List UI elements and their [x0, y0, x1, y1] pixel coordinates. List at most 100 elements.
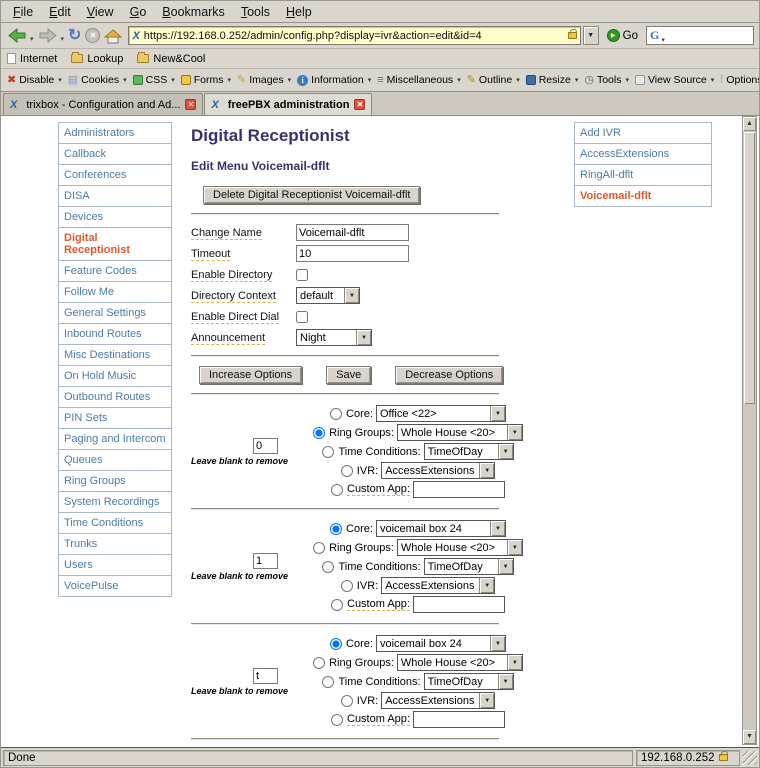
- back-button[interactable]: [6, 25, 28, 47]
- stop-button[interactable]: ✕: [84, 25, 101, 47]
- sidebar-item-administrators[interactable]: Administrators: [59, 123, 172, 144]
- menu-edit[interactable]: Edit: [41, 3, 79, 21]
- time-conditions-radio[interactable]: [322, 561, 334, 573]
- custom-app-radio[interactable]: [331, 714, 343, 726]
- url-history-dropdown[interactable]: ▼: [583, 26, 599, 45]
- devbar-disable[interactable]: ✖Disable: [4, 72, 65, 88]
- ring-groups-radio[interactable]: [313, 542, 325, 554]
- devbar-miscellaneous[interactable]: ≡Miscellaneous: [374, 72, 463, 88]
- rightnav-voicemail-dflt[interactable]: Voicemail-dflt: [575, 186, 712, 207]
- tab-freepbx-administration[interactable]: X freePBX administration: [204, 93, 372, 115]
- sidebar-item-queues[interactable]: Queues: [59, 450, 172, 471]
- devbar-information[interactable]: iInformation: [294, 72, 374, 88]
- back-dropdown-caret-icon[interactable]: ▾: [30, 35, 34, 43]
- resize-grip[interactable]: [743, 751, 757, 765]
- sidebar-item-digital-receptionist[interactable]: Digital Receptionist: [59, 228, 172, 261]
- url-text[interactable]: https://192.168.0.252/admin/config.php?d…: [144, 30, 564, 42]
- time-conditions-select[interactable]: TimeOfDay▼: [424, 673, 514, 690]
- scrollbar-thumb[interactable]: [744, 132, 755, 404]
- delete-digital-receptionist-button[interactable]: Delete Digital Receptionist Voicemail-df…: [203, 186, 420, 204]
- close-icon[interactable]: [354, 99, 365, 110]
- ring-groups-radio[interactable]: [313, 657, 325, 669]
- sidebar-item-follow-me[interactable]: Follow Me: [59, 282, 172, 303]
- ring-groups-radio[interactable]: [313, 427, 325, 439]
- devbar-outline[interactable]: ✎Outline: [464, 72, 523, 88]
- reload-button[interactable]: ↻: [67, 25, 82, 47]
- devbar-resize[interactable]: Resize: [523, 72, 582, 88]
- bookmark-folder-lookup[interactable]: Lookup: [71, 53, 123, 65]
- time-conditions-radio[interactable]: [322, 446, 334, 458]
- custom-app-input[interactable]: [413, 711, 505, 728]
- enable-direct-dial-checkbox[interactable]: [296, 311, 308, 323]
- page-scrollbar[interactable]: ▲ ▼: [742, 116, 757, 745]
- devbar-css[interactable]: CSS: [130, 72, 178, 88]
- custom-app-radio[interactable]: [331, 599, 343, 611]
- decrease-options-button[interactable]: Decrease Options: [395, 366, 503, 384]
- sidebar-item-users[interactable]: Users: [59, 555, 172, 576]
- close-icon[interactable]: [185, 99, 196, 110]
- rightnav-accessextensions[interactable]: AccessExtensions: [575, 144, 712, 165]
- devbar-options[interactable]: ⁞Options: [717, 72, 759, 88]
- core-radio[interactable]: [330, 638, 342, 650]
- announcement-select[interactable]: Night▼: [296, 329, 372, 346]
- digit-input[interactable]: [253, 438, 278, 454]
- search-input[interactable]: G ▾: [646, 26, 754, 45]
- devbar-images[interactable]: ✎Images: [234, 72, 294, 88]
- scroll-down-arrow[interactable]: ▼: [743, 730, 756, 744]
- ivr-radio[interactable]: [341, 695, 353, 707]
- sidebar-item-voicepulse[interactable]: VoicePulse: [59, 576, 172, 597]
- directory-context-select[interactable]: default▼: [296, 287, 360, 304]
- sidebar-item-conferences[interactable]: Conferences: [59, 165, 172, 186]
- ring-groups-select[interactable]: Whole House <20>▼: [397, 654, 523, 671]
- enable-directory-checkbox[interactable]: [296, 269, 308, 281]
- timeout-input[interactable]: [296, 245, 409, 262]
- sidebar-item-on-hold-music[interactable]: On Hold Music: [59, 366, 172, 387]
- search-engine-caret-icon[interactable]: ▾: [661, 36, 665, 44]
- menu-go[interactable]: Go: [122, 3, 155, 21]
- devbar-forms[interactable]: Forms: [178, 72, 234, 88]
- sidebar-item-disa[interactable]: DISA: [59, 186, 172, 207]
- core-radio[interactable]: [330, 523, 342, 535]
- sidebar-item-pin-sets[interactable]: PIN Sets: [59, 408, 172, 429]
- custom-app-input[interactable]: [413, 596, 505, 613]
- change-name-input[interactable]: [296, 224, 409, 241]
- menu-view[interactable]: View: [79, 3, 122, 21]
- core-select[interactable]: voicemail box 24▼: [376, 520, 506, 537]
- sidebar-item-time-conditions[interactable]: Time Conditions: [59, 513, 172, 534]
- sidebar-item-system-recordings[interactable]: System Recordings: [59, 492, 172, 513]
- bookmark-folder-newcool[interactable]: New&Cool: [137, 53, 205, 65]
- ring-groups-select[interactable]: Whole House <20>▼: [397, 424, 523, 441]
- digit-input[interactable]: [253, 668, 278, 684]
- sidebar-item-devices[interactable]: Devices: [59, 207, 172, 228]
- devbar-tools[interactable]: ◷Tools: [581, 72, 632, 88]
- sidebar-item-trunks[interactable]: Trunks: [59, 534, 172, 555]
- sidebar-item-paging-and-intercom[interactable]: Paging and Intercom: [59, 429, 172, 450]
- sidebar-item-misc-destinations[interactable]: Misc Destinations: [59, 345, 172, 366]
- core-radio[interactable]: [330, 408, 342, 420]
- time-conditions-select[interactable]: TimeOfDay▼: [424, 443, 514, 460]
- sidebar-item-outbound-routes[interactable]: Outbound Routes: [59, 387, 172, 408]
- time-conditions-radio[interactable]: [322, 676, 334, 688]
- scroll-up-arrow[interactable]: ▲: [743, 117, 756, 131]
- ivr-radio[interactable]: [341, 465, 353, 477]
- core-select[interactable]: Office <22>▼: [376, 405, 506, 422]
- home-button[interactable]: [103, 25, 123, 47]
- sidebar-item-feature-codes[interactable]: Feature Codes: [59, 261, 172, 282]
- custom-app-input[interactable]: [413, 481, 505, 498]
- forward-button[interactable]: [37, 25, 59, 47]
- go-button[interactable]: ▶ Go: [601, 29, 644, 42]
- ivr-select[interactable]: AccessExtensions▼: [381, 577, 495, 594]
- menu-help[interactable]: Help: [278, 3, 320, 21]
- sidebar-item-inbound-routes[interactable]: Inbound Routes: [59, 324, 172, 345]
- custom-app-radio[interactable]: [331, 484, 343, 496]
- save-button[interactable]: Save: [326, 366, 371, 384]
- ivr-select[interactable]: AccessExtensions▼: [381, 462, 495, 479]
- bookmark-internet[interactable]: Internet: [7, 53, 57, 65]
- sidebar-item-ring-groups[interactable]: Ring Groups: [59, 471, 172, 492]
- menu-tools[interactable]: Tools: [233, 3, 278, 21]
- address-bar[interactable]: X https://192.168.0.252/admin/config.php…: [128, 26, 580, 45]
- core-select[interactable]: voicemail box 24▼: [376, 635, 506, 652]
- ring-groups-select[interactable]: Whole House <20>▼: [397, 539, 523, 556]
- ivr-radio[interactable]: [341, 580, 353, 592]
- tab-trixbox[interactable]: X trixbox - Configuration and Ad...: [3, 93, 203, 115]
